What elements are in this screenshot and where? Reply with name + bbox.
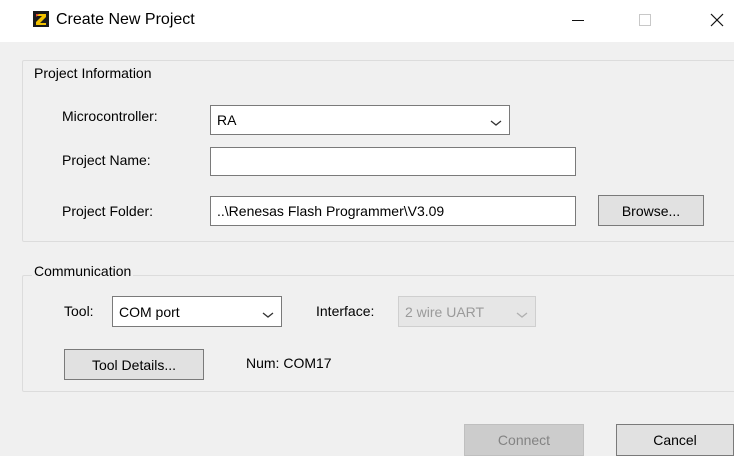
communication-label: Communication <box>32 263 134 279</box>
minimize-icon <box>572 13 584 29</box>
close-button[interactable] <box>694 0 734 42</box>
tool-select[interactable]: COM port <box>112 296 282 327</box>
microcontroller-value: RA <box>217 112 237 128</box>
project-folder-label: Project Folder: <box>62 203 154 219</box>
microcontroller-select[interactable]: RA <box>210 105 510 135</box>
cancel-button[interactable]: Cancel <box>616 424 734 456</box>
tool-details-button[interactable]: Tool Details... <box>64 349 204 380</box>
microcontroller-label: Microcontroller: <box>62 108 158 124</box>
browse-button[interactable]: Browse... <box>598 195 704 226</box>
window-title: Create New Project <box>56 11 195 28</box>
project-name-label: Project Name: <box>62 152 151 168</box>
title-bar: Create New Project <box>0 0 734 42</box>
maximize-icon <box>639 13 651 29</box>
close-icon <box>710 13 724 30</box>
chevron-down-icon <box>489 115 503 126</box>
interface-label: Interface: <box>316 303 375 319</box>
tool-label: Tool: <box>64 303 94 319</box>
interface-value: 2 wire UART <box>405 303 485 320</box>
maximize-button[interactable] <box>622 0 668 42</box>
interface-select[interactable]: 2 wire UART <box>398 296 536 327</box>
chevron-down-icon <box>261 307 275 318</box>
com-port-number: Num: COM17 <box>246 355 332 371</box>
project-name-input[interactable] <box>210 147 576 176</box>
project-folder-input[interactable]: ..\Renesas Flash Programmer\V3.09 <box>210 196 576 226</box>
tool-value: COM port <box>119 303 180 320</box>
connect-button[interactable]: Connect <box>464 424 584 456</box>
renesas-flash-programmer-icon <box>33 11 49 27</box>
project-information-label: Project Information <box>32 65 154 81</box>
chevron-down-icon <box>515 307 529 318</box>
minimize-button[interactable] <box>555 0 601 42</box>
